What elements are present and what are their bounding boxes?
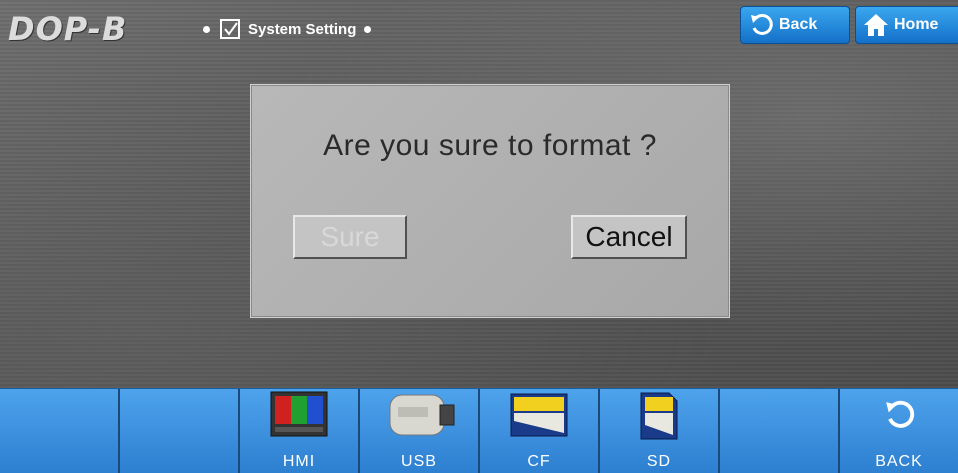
cf-card-icon [510,393,568,437]
cf-button[interactable]: CF [480,389,600,473]
hmi-button[interactable]: HMI [240,389,360,473]
home-button[interactable]: Home [855,6,958,44]
toolbar-slot-empty [0,389,120,473]
bullet-icon [203,25,210,33]
usb-button[interactable]: USB [360,389,480,473]
bottom-back-button[interactable]: BACK [840,389,958,473]
back-label: BACK [875,453,923,470]
sd-label: SD [646,453,672,470]
home-button-label: Home [894,16,939,33]
brand-logo: DOP-B [8,10,128,48]
cf-label: CF [527,453,551,470]
sd-button[interactable]: SD [600,389,720,473]
back-arrow-icon [747,11,775,39]
back-button[interactable]: Back [740,6,850,44]
cancel-button[interactable]: Cancel [571,215,687,259]
toolbar-slot-empty [120,389,240,473]
breadcrumb-label: System Setting [248,20,357,38]
toolbar-slot-empty [720,389,840,473]
format-confirm-dialog: Are you sure to format ? Sure Cancel [250,84,730,318]
hmi-screen-icon [270,391,328,437]
back-arrow-icon [886,400,915,428]
sd-card-icon [640,392,678,440]
hmi-label: HMI [282,453,316,470]
top-bar: DOP-B System Setting Back Home [0,0,958,58]
dialog-message: Are you sure to format ? [323,129,657,162]
checkbox-icon [220,19,240,39]
home-icon [862,11,890,39]
bullet-icon [364,25,372,33]
bottom-toolbar: HMI USB CF SD BACK [0,388,958,473]
sure-button[interactable]: Sure [293,215,407,259]
usb-drive-icon [389,394,455,436]
usb-label: USB [401,453,437,470]
breadcrumb: System Setting [203,16,372,42]
back-button-label: Back [779,16,818,33]
